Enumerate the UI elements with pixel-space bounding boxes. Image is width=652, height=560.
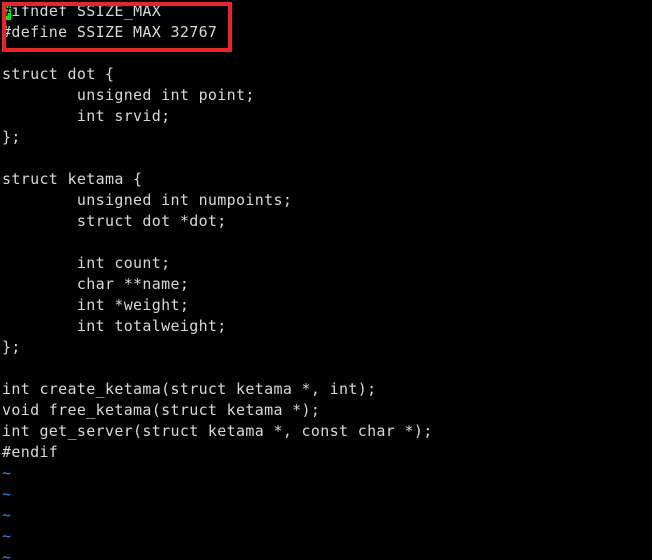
vim-tilde-marker: ~ (2, 485, 12, 503)
code-line: void free_ketama(struct ketama *); (2, 401, 321, 419)
code-line: int totalweight; (2, 317, 227, 335)
vim-tilde-marker: ~ (2, 464, 12, 482)
code-line: unsigned int numpoints; (2, 191, 293, 209)
code-line: int *weight; (2, 296, 190, 314)
code-text-area[interactable]: #ifndef SSIZE_MAX #define SSIZE MAX 32767… (0, 0, 652, 560)
code-line: int create_ketama(struct ketama *, int); (2, 380, 377, 398)
vim-tilde-marker: ~ (2, 548, 12, 560)
code-line: int count; (2, 254, 171, 272)
code-line: struct dot { (2, 65, 115, 83)
vim-tilde-marker: ~ (2, 527, 12, 545)
code-line: struct ketama { (2, 170, 143, 188)
code-line: struct dot *dot; (2, 212, 227, 230)
code-line: int srvid; (2, 107, 171, 125)
text-cursor: # (2, 2, 12, 20)
code-line: }; (2, 128, 21, 146)
code-line: #ifndef SSIZE_MAX (2, 1, 652, 22)
code-line: #define SSIZE MAX 32767 (2, 23, 218, 41)
code-line: char **name; (2, 275, 190, 293)
terminal-screen: #ifndef SSIZE_MAX #define SSIZE MAX 32767… (0, 0, 652, 560)
code-line: }; (2, 338, 21, 356)
code-line-text: ifndef SSIZE_MAX (11, 2, 162, 20)
code-line: #endif (2, 443, 59, 461)
vim-tilde-marker: ~ (2, 506, 12, 524)
code-line: unsigned int point; (2, 86, 255, 104)
code-line: int get_server(struct ketama *, const ch… (2, 422, 433, 440)
